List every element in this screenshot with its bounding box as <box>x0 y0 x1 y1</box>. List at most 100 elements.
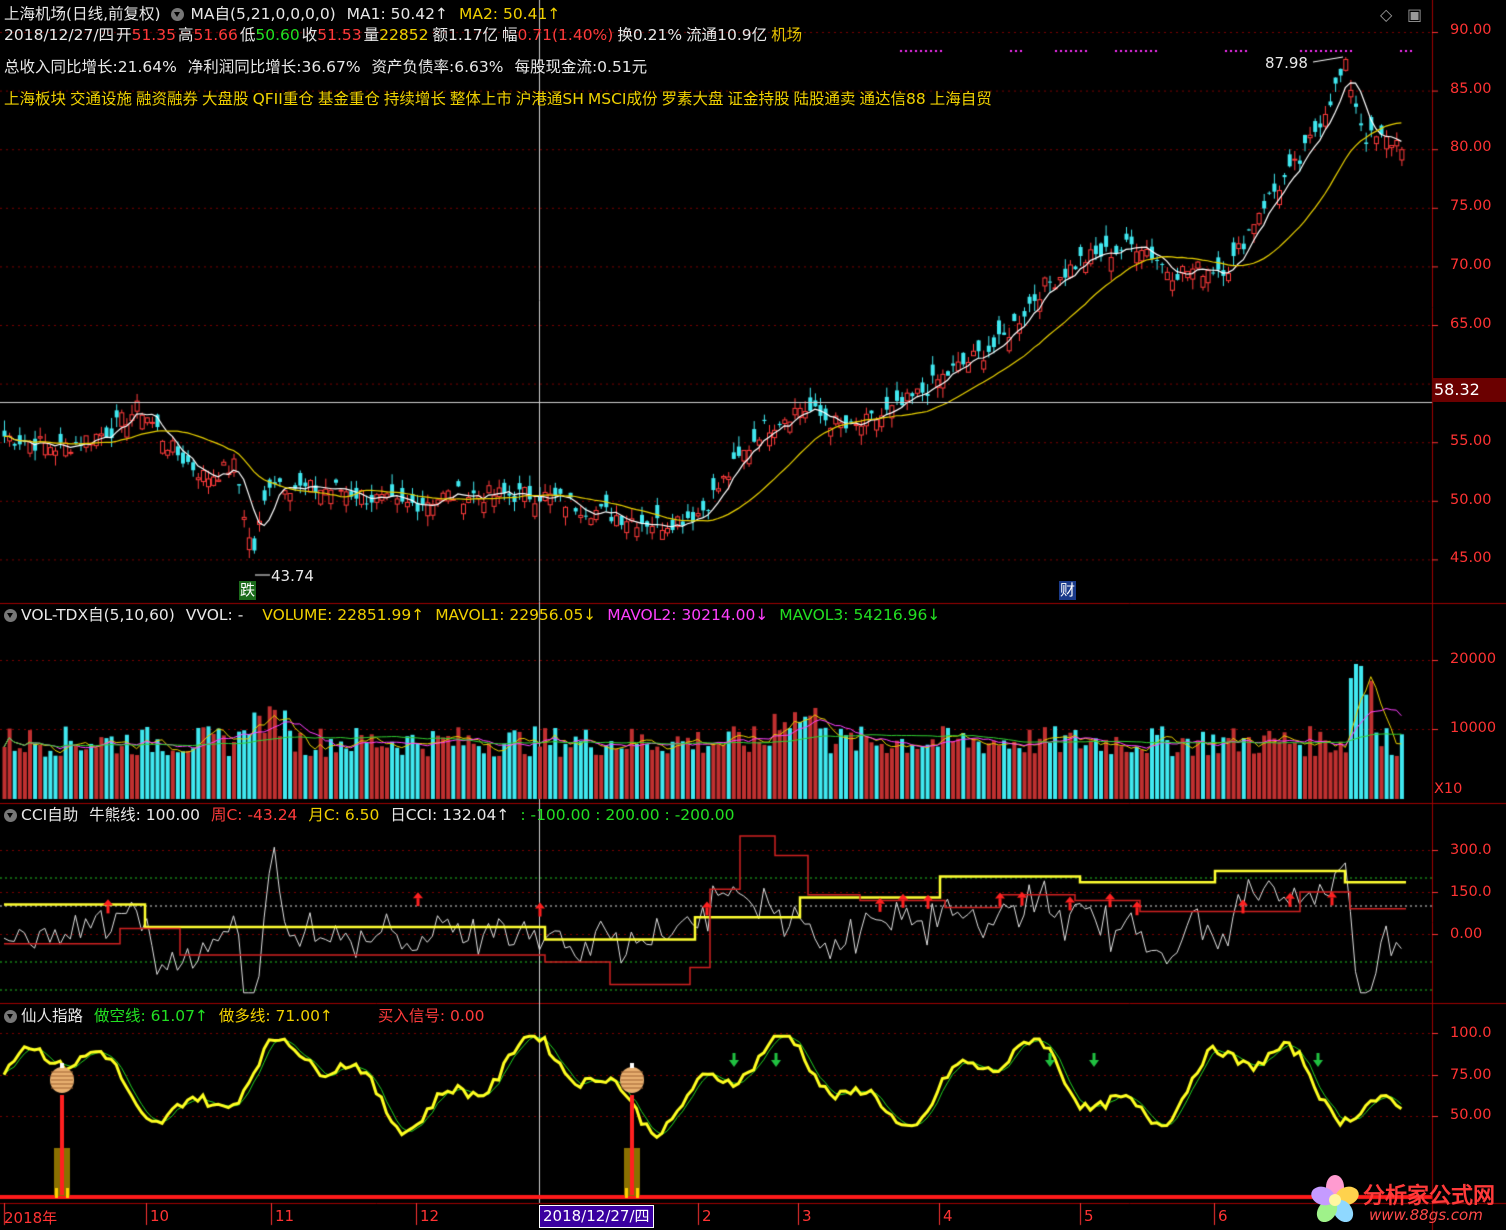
concept-tag[interactable]: 上海板块 <box>4 90 66 108</box>
crosshair-price-label: 58.32 <box>1432 378 1506 402</box>
x-axis-label: 5 <box>1084 1207 1094 1225</box>
ma-indicator-name[interactable]: MA自(5,21,0,0,0,0) <box>190 5 335 23</box>
price-tick: 50.00 <box>1450 492 1492 508</box>
x-axis-label: 11 <box>275 1207 295 1225</box>
xianren-tick: 75.00 <box>1450 1067 1492 1083</box>
cci-tick: 0.00 <box>1450 926 1483 942</box>
concept-tag[interactable]: 罗素大盘 <box>661 90 723 108</box>
flower-logo-icon <box>1311 1175 1359 1223</box>
price-tick: 85.00 <box>1450 81 1492 97</box>
vol-value: 22852 <box>379 26 429 44</box>
vvol-value: VVOL: - <box>185 606 244 624</box>
open-label: 开 <box>116 26 132 44</box>
price-tick: 90.00 <box>1450 22 1492 38</box>
watermark-url: www.88gs.com <box>1369 1206 1483 1224</box>
period-label[interactable]: (日线,前复权) <box>66 5 161 23</box>
high-label: 高 <box>177 26 194 44</box>
price-tick: 70.00 <box>1450 257 1492 273</box>
x-axis-label: 2018年 <box>4 1209 58 1227</box>
ma1-value: MA1: 50.42↑ <box>346 5 449 23</box>
volume-unit: X10 <box>1434 781 1463 797</box>
concept-tag[interactable]: 持续增长 <box>384 90 446 108</box>
fundamental-revenue: 总收入同比增长:21.64% <box>4 58 177 76</box>
fundamental-cashflow: 每股现金流:0.51元 <box>514 58 648 76</box>
turnover-value: 换0.21% <box>617 26 683 44</box>
volume-tick: 20000 <box>1450 651 1497 667</box>
max-price-label: 87.98 <box>1265 54 1308 72</box>
cci-panel-header: CCI自助 牛熊线: 100.00 周C: -43.24 月C: 6.50 日C… <box>4 805 741 825</box>
x-axis-label: 3 <box>802 1207 812 1225</box>
change-label: 幅 <box>501 26 518 44</box>
concept-tag[interactable]: QFII重仓 <box>253 90 314 108</box>
bull-bear-value: 牛熊线: 100.00 <box>89 806 201 824</box>
diamond-icon[interactable]: ◇ <box>1380 5 1392 24</box>
header-row-2: 2018/12/27/四 开51.35 高51.66 低50.60 收51.53 量228… <box>4 25 808 45</box>
volume-value: VOLUME: 22851.99↑ <box>262 606 425 624</box>
xianren-tick: 100.0 <box>1450 1025 1492 1041</box>
concept-tag[interactable]: 大盘股 <box>202 90 249 108</box>
amount-value: 额1.17亿 <box>432 26 498 44</box>
concept-tag[interactable]: 沪港通SH <box>516 90 584 108</box>
event-marker-fall[interactable]: 跌 <box>239 581 257 600</box>
stock-name[interactable]: 上海机场 <box>4 5 66 23</box>
price-tick: 45.00 <box>1450 550 1492 566</box>
price-tick: 80.00 <box>1450 139 1492 155</box>
x-axis-label: 4 <box>943 1207 953 1225</box>
date-label: 2018/12/27/四 <box>4 26 115 44</box>
dropdown-circle-icon[interactable] <box>171 8 185 21</box>
concept-tag[interactable]: 基金重仓 <box>318 90 380 108</box>
buy-signal-value: 买入信号: 0.00 <box>377 1007 485 1025</box>
low-value: 50.60 <box>255 26 300 44</box>
close-value: 51.53 <box>317 26 362 44</box>
xianren-panel-header: 仙人指路 做空线: 61.07↑ 做多线: 71.00↑ 买入信号: 0.00 <box>4 1006 491 1026</box>
x-axis-label: 2 <box>702 1207 712 1225</box>
volume-indicator-name[interactable]: VOL-TDX自(5,10,60) <box>21 606 175 624</box>
dropdown-circle-icon[interactable] <box>4 609 17 622</box>
concept-tag[interactable]: 整体上市 <box>450 90 512 108</box>
dropdown-circle-icon[interactable] <box>4 1010 17 1023</box>
x-axis-label: 10 <box>150 1207 170 1225</box>
mavol2-value: MAVOL2: 30214.00↓ <box>607 606 769 624</box>
concept-tag[interactable]: 上海自贸 <box>930 90 992 108</box>
event-marker-finance[interactable]: 财 <box>1059 581 1077 600</box>
high-value: 51.66 <box>193 26 238 44</box>
concept-tag[interactable]: 融资融券 <box>136 90 198 108</box>
concept-tag[interactable]: 陆股通卖 <box>794 90 856 108</box>
cci-levels: : -100.00 : 200.00 : -200.00 <box>520 806 735 824</box>
long-line-value: 做多线: 71.00↑ <box>218 1007 333 1025</box>
week-cci-value: 周C: -43.24 <box>210 806 298 824</box>
dropdown-circle-icon[interactable] <box>4 809 17 822</box>
xianren-tick: 50.00 <box>1450 1107 1492 1123</box>
concept-tag[interactable]: 证金持股 <box>728 90 790 108</box>
float-value: 流通10.9亿 <box>686 26 768 44</box>
xianren-indicator-name[interactable]: 仙人指路 <box>21 1007 83 1025</box>
maximize-icon[interactable]: ▣ <box>1407 5 1422 24</box>
day-cci-value: 日CCI: 132.04↑ <box>390 806 510 824</box>
cci-indicator-name[interactable]: CCI自助 <box>21 806 78 824</box>
cci-tick: 150.0 <box>1450 884 1492 900</box>
fundamentals-row: 总收入同比增长:21.64% 净利润同比增长:36.67% 资产负债率:6.63… <box>4 57 653 77</box>
mavol3-value: MAVOL3: 54216.96↓ <box>779 606 941 624</box>
volume-tick: 10000 <box>1450 720 1497 736</box>
concept-tag[interactable]: 交通设施 <box>70 90 132 108</box>
price-tick: 75.00 <box>1450 198 1492 214</box>
x-axis-label: 12 <box>420 1207 440 1225</box>
concept-tag[interactable]: MSCI成份 <box>588 90 658 108</box>
month-cci-value: 月C: 6.50 <box>308 806 380 824</box>
low-label: 低 <box>239 26 256 44</box>
fundamental-debt: 资产负债率:6.63% <box>371 58 504 76</box>
header-row-1: 上海机场(日线,前复权) MA自(5,21,0,0,0,0) MA1: 50.4… <box>4 4 566 24</box>
min-price-label: 43.74 <box>271 567 314 585</box>
mavol1-value: MAVOL1: 22956.05↓ <box>435 606 597 624</box>
concept-tag[interactable]: 通达信88 <box>860 90 926 108</box>
industry-label[interactable]: 机场 <box>771 26 802 44</box>
close-label: 收 <box>301 26 318 44</box>
fundamental-profit: 净利润同比增长:36.67% <box>187 58 361 76</box>
price-tick: 65.00 <box>1450 316 1492 332</box>
change-value: 0.71(1.40%) <box>517 26 614 44</box>
crosshair-date-label: 2018/12/27/四 <box>539 1205 654 1228</box>
cci-tick: 300.0 <box>1450 842 1492 858</box>
volume-panel-header: VOL-TDX自(5,10,60) VVOL: - VOLUME: 22851.… <box>4 605 946 625</box>
ma2-value: MA2: 50.41↑ <box>458 5 561 23</box>
short-line-value: 做空线: 61.07↑ <box>93 1007 208 1025</box>
